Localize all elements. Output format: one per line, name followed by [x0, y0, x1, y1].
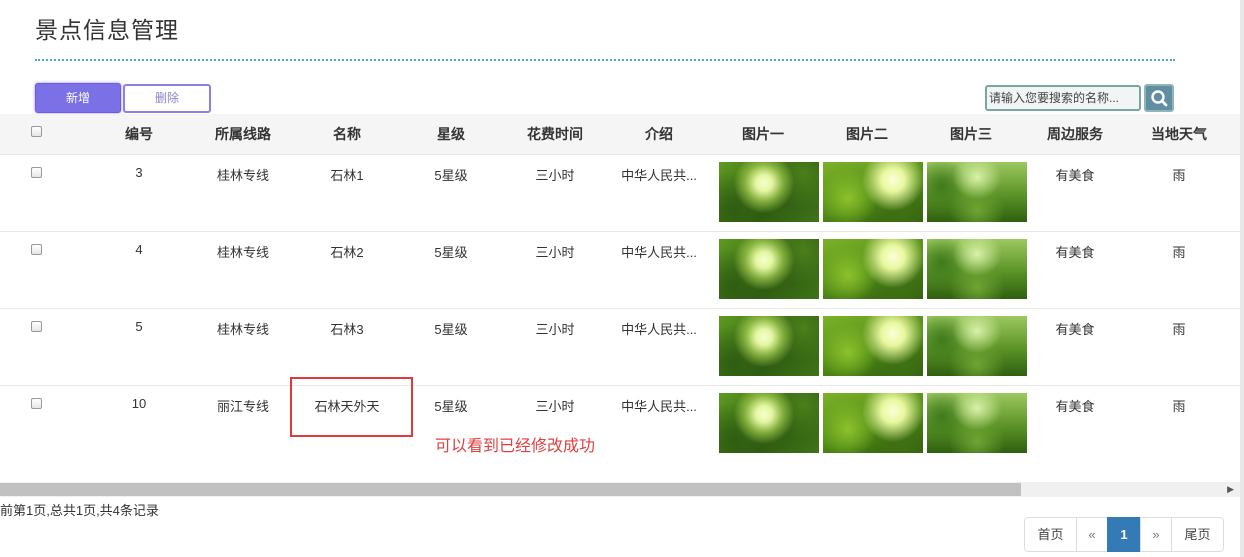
cell-duration: 三小时	[535, 168, 575, 183]
col-header-duration: 花费时间	[527, 126, 583, 142]
cell-duration: 三小时	[535, 245, 575, 260]
cell-stars: 5星级	[434, 245, 468, 260]
row-checkbox[interactable]	[31, 398, 42, 409]
cell-duration: 三小时	[535, 399, 575, 414]
table-row: 3 桂林专线 石林1 5星级 三小时 中华人民共... 有美食 雨	[0, 154, 1240, 231]
cell-stars: 5星级	[434, 322, 468, 337]
cell-service: 有美食	[1055, 168, 1095, 183]
search-icon	[1151, 90, 1168, 107]
cell-service: 有美食	[1055, 245, 1095, 260]
col-header-name: 名称	[333, 126, 361, 142]
row-checkbox[interactable]	[31, 244, 42, 255]
table-header: 编号 所属线路 名称 星级 花费时间 介绍 图片一 图片二 图片三 周边服务 当…	[0, 114, 1240, 154]
cell-stars: 5星级	[434, 399, 468, 414]
cell-route: 桂林专线	[216, 245, 270, 260]
thumbnail-image-3	[927, 316, 1027, 376]
table-row: 5 桂林专线 石林3 5星级 三小时 中华人民共... 有美食 雨	[0, 308, 1240, 385]
cell-route: 桂林专线	[216, 322, 270, 337]
col-header-intro: 介绍	[645, 126, 673, 142]
cell-name: 石林3	[330, 322, 364, 337]
horizontal-scrollbar[interactable]: ▶	[0, 482, 1240, 497]
cell-weather: 雨	[1172, 399, 1186, 414]
row-checkbox[interactable]	[31, 321, 42, 332]
thumbnail-image-2	[823, 162, 923, 222]
annotation-text: 可以看到已经修改成功	[435, 438, 596, 455]
cell-duration: 三小时	[535, 322, 575, 337]
col-header-image2: 图片二	[846, 126, 888, 142]
table-row: 4 桂林专线 石林2 5星级 三小时 中华人民共... 有美食 雨	[0, 231, 1240, 308]
page-title: 景点信息管理	[35, 17, 179, 43]
cell-intro: 中华人民共...	[621, 399, 697, 414]
first-page-button[interactable]: 首页	[1024, 517, 1077, 552]
cell-name: 石林2	[330, 245, 364, 260]
current-page-button[interactable]: 1	[1107, 517, 1141, 552]
scrollbar-thumb[interactable]	[0, 483, 1021, 496]
col-header-route: 所属线路	[215, 126, 271, 142]
thumbnail-image-2	[823, 239, 923, 299]
table-row: 10 丽江专线 石林天外天 5星级 三小时 中华人民共... 有美食 雨	[0, 385, 1240, 462]
scroll-right-icon[interactable]: ▶	[1227, 484, 1234, 495]
cell-route: 丽江专线	[216, 399, 270, 414]
thumbnail-image-1	[719, 239, 819, 299]
col-header-weather: 当地天气	[1151, 126, 1207, 142]
cell-name: 石林1	[330, 168, 364, 183]
cell-route: 桂林专线	[216, 168, 270, 183]
col-header-service: 周边服务	[1047, 126, 1103, 142]
thumbnail-image-2	[823, 393, 923, 453]
thumbnail-image-1	[719, 162, 819, 222]
vertical-scrollbar[interactable]	[1240, 0, 1244, 557]
last-page-button[interactable]: 尾页	[1171, 517, 1224, 552]
thumbnail-image-3	[927, 162, 1027, 222]
row-checkbox[interactable]	[31, 167, 42, 178]
delete-button[interactable]: 删除	[123, 84, 211, 113]
cell-id: 4	[135, 242, 143, 257]
cell-intro: 中华人民共...	[621, 168, 697, 183]
thumbnail-image-3	[927, 393, 1027, 453]
cell-id: 5	[135, 319, 143, 334]
cell-weather: 雨	[1172, 245, 1186, 260]
cell-service: 有美食	[1055, 322, 1095, 337]
col-header-image3: 图片三	[950, 126, 992, 142]
cell-service: 有美食	[1055, 399, 1095, 414]
search-button[interactable]	[1144, 84, 1174, 112]
thumbnail-image-3	[927, 239, 1027, 299]
cell-weather: 雨	[1172, 322, 1186, 337]
select-all-checkbox[interactable]	[31, 126, 42, 137]
add-button[interactable]: 新增	[35, 83, 121, 113]
pagination-info: 前第1页,总共1页,共4条记录	[0, 503, 159, 518]
cell-stars: 5星级	[434, 168, 468, 183]
cell-id: 10	[131, 396, 147, 411]
thumbnail-image-2	[823, 316, 923, 376]
cell-id: 3	[135, 165, 143, 180]
cell-weather: 雨	[1172, 168, 1186, 183]
prev-page-button[interactable]: «	[1076, 517, 1108, 552]
col-header-id: 编号	[125, 126, 153, 142]
col-header-stars: 星级	[437, 126, 465, 142]
thumbnail-image-1	[719, 393, 819, 453]
highlight-box	[290, 377, 413, 437]
thumbnail-image-1	[719, 316, 819, 376]
cell-intro: 中华人民共...	[621, 245, 697, 260]
cell-intro: 中华人民共...	[621, 322, 697, 337]
search-input[interactable]	[985, 85, 1141, 111]
next-page-button[interactable]: »	[1140, 517, 1172, 552]
title-divider	[35, 59, 1175, 61]
col-header-image1: 图片一	[742, 126, 784, 142]
